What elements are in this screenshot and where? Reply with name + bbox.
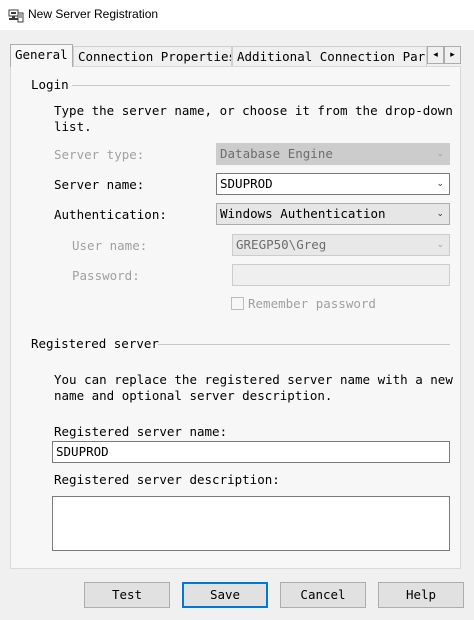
tab-general[interactable]: General	[10, 44, 73, 67]
tab-scroll-left-icon[interactable]: ◂	[427, 46, 444, 64]
server-registration-icon	[8, 7, 24, 23]
login-instructions-line-1: Type the server name, or choose it from …	[54, 103, 453, 118]
tab-scroll-right-icon[interactable]: ▸	[444, 46, 461, 64]
tab-connection-properties[interactable]: Connection Properties	[73, 46, 232, 66]
tab-connection-properties-label: Connection Properties	[78, 49, 232, 64]
server-type-label: Server type:	[54, 147, 145, 162]
chevron-down-icon: ⌄	[436, 240, 444, 250]
authentication-value: Windows Authentication	[220, 206, 386, 221]
cancel-button[interactable]: Cancel	[280, 582, 366, 608]
registered-server-name-input[interactable]: SDUPROD	[52, 441, 450, 463]
server-type-select: Database Engine ⌄	[216, 143, 450, 165]
tab-additional-connection-parameters[interactable]: Additional Connection Parameters	[232, 46, 427, 66]
chevron-down-icon: ⌄	[436, 149, 444, 159]
chevron-down-icon[interactable]: ⌄	[436, 204, 444, 224]
login-group-label: Login	[31, 77, 69, 92]
server-name-value: SDUPROD	[220, 176, 273, 191]
general-tab-panel	[10, 66, 461, 569]
test-button[interactable]: Test	[84, 582, 170, 608]
registered-server-name-label: Registered server name:	[54, 424, 228, 439]
authentication-select[interactable]: Windows Authentication ⌄	[216, 203, 450, 225]
registered-instructions-line-2: name and optional server description.	[54, 388, 333, 403]
login-instructions-line-2: list.	[54, 119, 92, 134]
chevron-down-icon[interactable]: ⌄	[436, 174, 444, 194]
tab-general-label: General	[15, 47, 68, 62]
window-title: New Server Registration	[28, 7, 159, 21]
registered-server-name-value: SDUPROD	[56, 444, 109, 459]
server-type-value: Database Engine	[220, 146, 333, 161]
help-button[interactable]: Help	[378, 582, 464, 608]
authentication-label: Authentication:	[54, 207, 167, 222]
user-name-combo: GREGP50\Greg ⌄	[232, 234, 450, 256]
tab-strip: General Connection Properties Additional…	[10, 44, 461, 67]
server-name-combo[interactable]: SDUPROD ⌄	[216, 173, 450, 195]
remember-password-label: Remember password	[248, 296, 376, 311]
registered-instructions-line-1: You can replace the registered server na…	[54, 372, 453, 387]
registered-server-description-label: Registered server description:	[54, 472, 280, 487]
server-name-label: Server name:	[54, 177, 145, 192]
user-name-label: User name:	[72, 238, 148, 253]
registered-server-group-label: Registered server	[31, 336, 159, 351]
password-field	[232, 264, 450, 286]
user-name-value: GREGP50\Greg	[236, 237, 327, 252]
registered-server-group-divider	[158, 344, 450, 345]
login-group-divider	[72, 85, 450, 86]
password-label: Password:	[72, 268, 140, 283]
remember-password-checkbox	[231, 297, 244, 310]
save-button[interactable]: Save	[182, 582, 268, 608]
registered-server-description-textarea[interactable]	[52, 496, 450, 551]
tab-additional-connection-parameters-label: Additional Connection Parameters	[237, 49, 426, 64]
